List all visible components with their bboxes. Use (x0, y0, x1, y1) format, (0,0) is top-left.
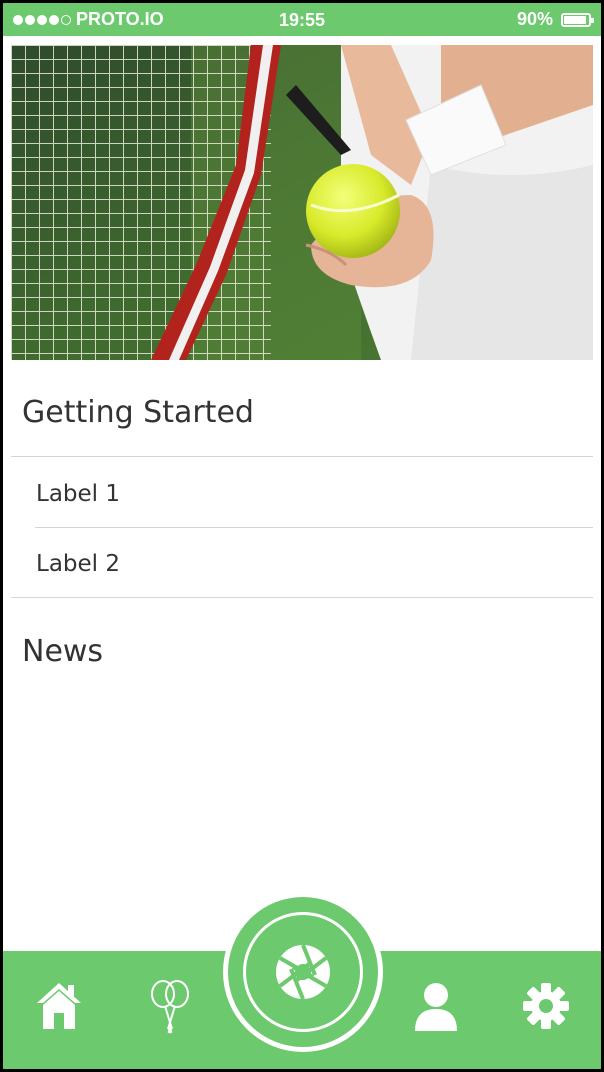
gear-icon (523, 983, 569, 1029)
home-icon (37, 983, 81, 1029)
user-icon (415, 983, 457, 1031)
list-item-label-1[interactable]: Label 1 (36, 481, 120, 507)
carrier-signal: PROTO.IO (13, 9, 164, 30)
camera-aperture-icon (276, 944, 330, 1000)
section-divider (11, 456, 593, 457)
app-screen: PROTO.IO 19:55 90% Getting Started Label… (3, 3, 601, 1069)
tab-profile[interactable] (413, 981, 459, 1037)
camera-button[interactable] (223, 892, 383, 1052)
tennis-rackets-icon (151, 980, 189, 1034)
section-title-getting-started: Getting Started (22, 395, 254, 430)
tab-settings[interactable] (521, 981, 571, 1035)
battery-percent: 90% (516, 9, 553, 29)
tab-rackets[interactable] (148, 979, 192, 1039)
list-divider (35, 527, 593, 528)
section-title-news: News (22, 634, 104, 669)
list-item-label-2[interactable]: Label 2 (36, 551, 120, 577)
signal-strength-icon (13, 14, 71, 25)
tab-home[interactable] (35, 979, 83, 1035)
battery-icon (561, 12, 594, 27)
section-divider (11, 597, 593, 598)
carrier-name: PROTO.IO (76, 9, 164, 29)
battery-status: 90% (516, 9, 594, 30)
hero-image (11, 45, 593, 360)
status-bar: PROTO.IO 19:55 90% (3, 3, 601, 36)
